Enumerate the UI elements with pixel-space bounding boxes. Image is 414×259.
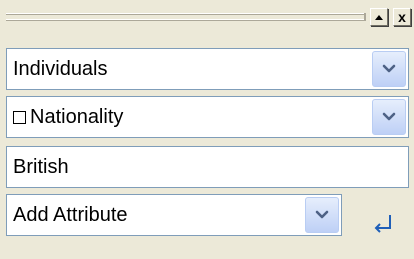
category-select-value: Individuals	[13, 58, 108, 80]
checkbox-icon[interactable]	[13, 111, 26, 124]
close-icon: x	[398, 9, 406, 25]
drag-grip[interactable]	[6, 11, 366, 25]
attribute-panel: x Individuals Nationality British Add At…	[0, 0, 414, 259]
enter-icon[interactable]	[372, 213, 394, 235]
scroll-up-icon	[375, 14, 383, 20]
panel-titlebar: x	[0, 0, 414, 36]
category-select[interactable]: Individuals	[6, 48, 409, 90]
add-attribute-select[interactable]: Add Attribute	[6, 194, 342, 236]
close-button[interactable]: x	[393, 8, 411, 26]
attribute-value-input[interactable]: British	[6, 146, 409, 188]
scroll-up-button[interactable]	[370, 8, 388, 26]
category-dropdown-button[interactable]	[372, 51, 406, 87]
chevron-down-icon	[382, 112, 396, 121]
chevron-down-icon	[382, 64, 396, 73]
add-attribute-value: Add Attribute	[13, 204, 128, 226]
chevron-down-icon	[315, 210, 329, 219]
attribute-value-text: British	[13, 156, 69, 178]
attribute-filter-dropdown-button[interactable]	[372, 99, 406, 135]
attribute-filter-value: Nationality	[30, 106, 124, 128]
add-attribute-dropdown-button[interactable]	[305, 197, 339, 233]
attribute-filter-select[interactable]: Nationality	[6, 96, 409, 138]
